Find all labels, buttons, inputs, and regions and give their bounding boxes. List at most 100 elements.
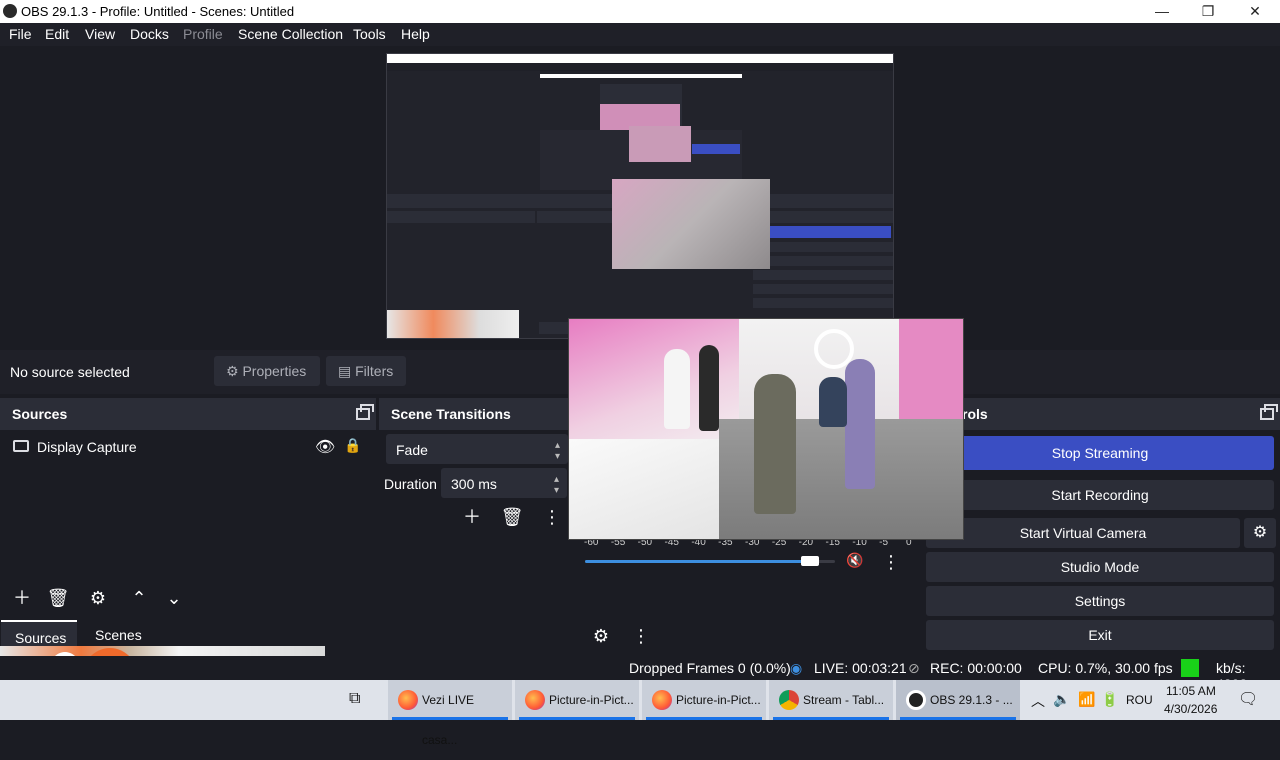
- mixer-more-button[interactable]: ⋮: [626, 622, 656, 650]
- obs-icon: [906, 690, 926, 710]
- duration-spinbox[interactable]: 300 ms ▴ ▾: [441, 468, 567, 498]
- studio-mode-button[interactable]: Studio Mode: [926, 552, 1274, 582]
- mixer-menu-button[interactable]: ⋮: [876, 548, 906, 576]
- stop-streaming-button[interactable]: Stop Streaming: [926, 436, 1274, 470]
- filter-icon: ▤: [338, 363, 352, 379]
- taskbar-item-firefox-2[interactable]: Picture-in-Pict...: [515, 680, 639, 720]
- menu-help[interactable]: Help: [401, 26, 430, 42]
- taskbar-item-label: Stream - Tabl...: [803, 693, 885, 707]
- virtual-camera-settings-button[interactable]: ⚙: [1244, 518, 1276, 548]
- menu-profile[interactable]: Profile: [183, 26, 223, 42]
- settings-button[interactable]: Settings: [926, 586, 1274, 616]
- transition-select[interactable]: Fade ▴ ▾: [386, 434, 568, 464]
- rec-timer: REC: 00:00:00: [930, 660, 1022, 676]
- cpu-usage: CPU: 0.7%, 30.00 fps: [1038, 660, 1173, 676]
- stream-health-indicator: [1181, 659, 1199, 677]
- filters-label: Filters: [355, 363, 394, 379]
- restore-button[interactable]: ❐: [1185, 0, 1231, 23]
- tab-scenes[interactable]: Scenes: [80, 620, 156, 646]
- clock-time[interactable]: 11:05 AM: [1166, 684, 1216, 698]
- menu-docks[interactable]: Docks: [130, 26, 169, 42]
- transition-value: Fade: [396, 442, 428, 458]
- menu-edit[interactable]: Edit: [45, 26, 69, 42]
- close-button[interactable]: ✕: [1232, 0, 1278, 23]
- taskbar-item-firefox-3[interactable]: Picture-in-Pict...: [642, 680, 766, 720]
- add-transition-button[interactable]: ＋: [457, 503, 487, 531]
- status-bar: Dropped Frames 0 (0.0%) ◉ LIVE: 00:03:21…: [0, 656, 1280, 692]
- audio-settings-button[interactable]: ⚙: [586, 622, 616, 650]
- source-properties-button[interactable]: ⚙: [83, 584, 113, 612]
- tab-scenes-label: Scenes: [95, 627, 142, 643]
- taskbar-item-label: Picture-in-Pict...: [549, 693, 634, 707]
- menu-view[interactable]: View: [85, 26, 115, 42]
- taskbar-item-firefox-1[interactable]: Vezi LIVE casa...: [388, 680, 512, 747]
- sources-dock-title: Sources: [12, 406, 68, 422]
- float-dock-icon[interactable]: [356, 404, 374, 420]
- float-dock-icon[interactable]: [1260, 404, 1278, 420]
- source-list-item[interactable]: Display Capture 👁 🔒: [0, 436, 370, 460]
- rec-icon: ⊘: [908, 660, 920, 676]
- transitions-dock-header: Scene Transitions: [379, 398, 575, 430]
- monitor-icon: [13, 440, 29, 452]
- sources-dock: Sources Display Capture 👁 🔒 ＋ 🗑 ⚙ ⌃ ⌄: [0, 398, 376, 616]
- taskbar-item-chrome[interactable]: Stream - Tabl...: [769, 680, 893, 720]
- remove-transition-button[interactable]: 🗑: [497, 503, 527, 531]
- taskbar-item-label: Picture-in-Pict...: [676, 693, 761, 707]
- live-icon: ◉: [790, 660, 803, 676]
- volume-fill: [585, 560, 810, 563]
- language-indicator[interactable]: ROU: [1126, 693, 1153, 707]
- menu-tools[interactable]: Tools: [353, 26, 386, 42]
- transitions-dock-title: Scene Transitions: [391, 406, 511, 422]
- battery-icon[interactable]: 🔋: [1101, 691, 1118, 708]
- taskbar: ⧉ Vezi LIVE casa... Picture-in-Pict... P…: [0, 680, 1280, 747]
- speaker-icon[interactable]: 🔈: [1053, 691, 1070, 708]
- taskbar-item-label: OBS 29.1.3 - ...: [930, 693, 1013, 707]
- clock-date[interactable]: 4/30/2026: [1164, 702, 1217, 716]
- muted-speaker-icon[interactable]: 🔇: [846, 552, 863, 569]
- start-recording-button[interactable]: Start Recording: [926, 480, 1274, 510]
- chrome-icon: [779, 690, 799, 710]
- spin-icon: ▴ ▾: [553, 474, 559, 496]
- title-bar: OBS 29.1.3 - Profile: Untitled - Scenes:…: [0, 0, 1280, 23]
- add-source-button[interactable]: ＋: [7, 584, 37, 612]
- wifi-icon[interactable]: 📶: [1078, 691, 1095, 708]
- duration-label: Duration: [384, 476, 437, 492]
- menu-file[interactable]: File: [9, 26, 32, 42]
- menu-scene-collection[interactable]: Scene Collection: [238, 26, 343, 42]
- taskbar-item-obs[interactable]: OBS 29.1.3 - ...: [896, 680, 1020, 720]
- taskbar-item-label: Vezi LIVE casa...: [422, 693, 475, 747]
- start-virtual-camera-button[interactable]: Start Virtual Camera: [926, 518, 1240, 548]
- source-label: Display Capture: [37, 439, 137, 455]
- properties-button[interactable]: ⚙ Properties: [214, 356, 320, 386]
- notifications-icon[interactable]: 🗨: [1238, 689, 1258, 709]
- firefox-icon: [398, 690, 418, 710]
- lock-icon[interactable]: 🔒: [344, 437, 361, 454]
- preview-recursive-capture: [386, 53, 894, 339]
- tab-sources[interactable]: Sources: [1, 620, 77, 646]
- eye-icon[interactable]: 👁: [315, 437, 335, 457]
- picture-in-picture-video[interactable]: [568, 318, 964, 540]
- window-title: OBS 29.1.3 - Profile: Untitled - Scenes:…: [21, 4, 295, 19]
- transition-menu-button[interactable]: ⋮: [537, 503, 567, 531]
- move-up-button[interactable]: ⌃: [124, 584, 154, 612]
- live-timer: LIVE: 00:03:21: [814, 660, 907, 676]
- chevron-up-icon[interactable]: ︿: [1031, 691, 1045, 711]
- filters-button[interactable]: ▤ Filters: [326, 356, 406, 386]
- move-down-button[interactable]: ⌄: [159, 584, 189, 612]
- gear-icon: ⚙: [226, 363, 239, 379]
- updown-icon: ▴ ▾: [554, 440, 560, 462]
- properties-label: Properties: [242, 363, 307, 379]
- controls-dock-header: rols: [922, 398, 1280, 430]
- dropped-frames: Dropped Frames 0 (0.0%): [629, 660, 791, 676]
- obs-logo-icon: [3, 4, 17, 18]
- exit-button[interactable]: Exit: [926, 620, 1274, 650]
- task-view-icon[interactable]: ⧉: [349, 690, 360, 708]
- minimize-button[interactable]: —: [1139, 0, 1185, 23]
- volume-slider[interactable]: [585, 556, 835, 566]
- no-source-label: No source selected: [10, 364, 130, 380]
- volume-thumb[interactable]: [801, 556, 819, 566]
- menu-bar: File Edit View Docks Profile Scene Colle…: [0, 23, 1280, 46]
- tab-sources-label: Sources: [15, 630, 67, 646]
- firefox-icon: [525, 690, 545, 710]
- remove-source-button[interactable]: 🗑: [43, 584, 73, 612]
